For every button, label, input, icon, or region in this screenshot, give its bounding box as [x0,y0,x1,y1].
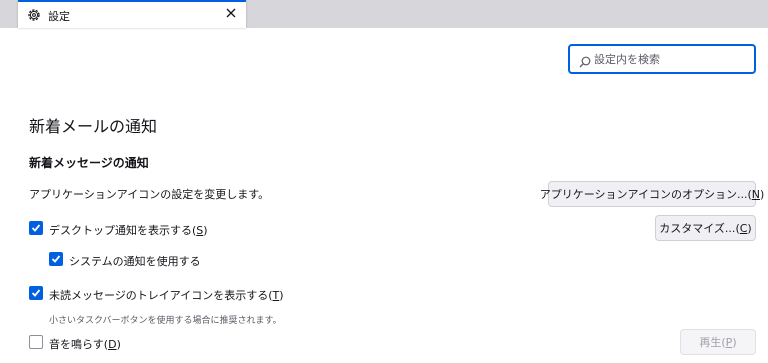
system-notify-label[interactable]: システムの通知を使用する [69,253,201,269]
app-icon-text: アプリケーションアイコンの設定を変更します。 [29,188,270,201]
search-icon [579,53,591,68]
play-sound-label[interactable]: 音を鳴らす(D) [49,336,121,352]
tab-title: 設定 [48,10,70,23]
search-input[interactable] [594,51,744,67]
close-icon[interactable] [223,5,239,21]
play-label: 再生 [699,336,722,349]
new-message-heading: 新着メッセージの通知 [29,156,149,170]
tray-icon-text: 未読メッセージのトレイアイコンを表示する [49,289,269,302]
customize-accesskey: C [739,221,748,235]
section-title: 新着メールの通知 [29,117,158,136]
search-box[interactable] [568,44,756,74]
app-icon-options-label: アプリケーションアイコンのオプション... [539,188,748,201]
desktop-notify-label[interactable]: デスクトップ通知を表示する(S) [49,222,208,238]
tray-icon-checkbox[interactable] [29,286,43,300]
tab-settings[interactable]: 設定 [18,0,246,28]
play-button[interactable]: 再生(P) [680,329,756,355]
tab-bar: 設定 [0,0,768,28]
app-icon-options-button[interactable]: アプリケーションアイコンのオプション...(N) [540,181,764,207]
customize-button[interactable]: カスタマイズ...(C) [655,215,756,241]
tray-icon-accesskey: T [272,289,280,302]
desktop-notify-checkbox[interactable] [29,221,43,235]
tray-icon-hint: 小さいタスクバーボタンを使用する場合に推奨されます。 [49,316,282,326]
tray-icon-label[interactable]: 未読メッセージのトレイアイコンを表示する(T) [49,287,284,303]
app-icon-options-accesskey: N [751,187,760,201]
desktop-notify-accesskey: S [196,224,204,237]
play-sound-accesskey: D [108,338,117,351]
play-sound-text: 音を鳴らす [49,338,104,351]
desktop-notify-text: デスクトップ通知を表示する [49,224,192,237]
system-notify-checkbox[interactable] [49,252,63,266]
play-accesskey: P [725,335,733,349]
play-sound-checkbox[interactable] [29,335,43,349]
customize-label: カスタマイズ... [659,222,736,235]
gear-icon [26,7,42,23]
